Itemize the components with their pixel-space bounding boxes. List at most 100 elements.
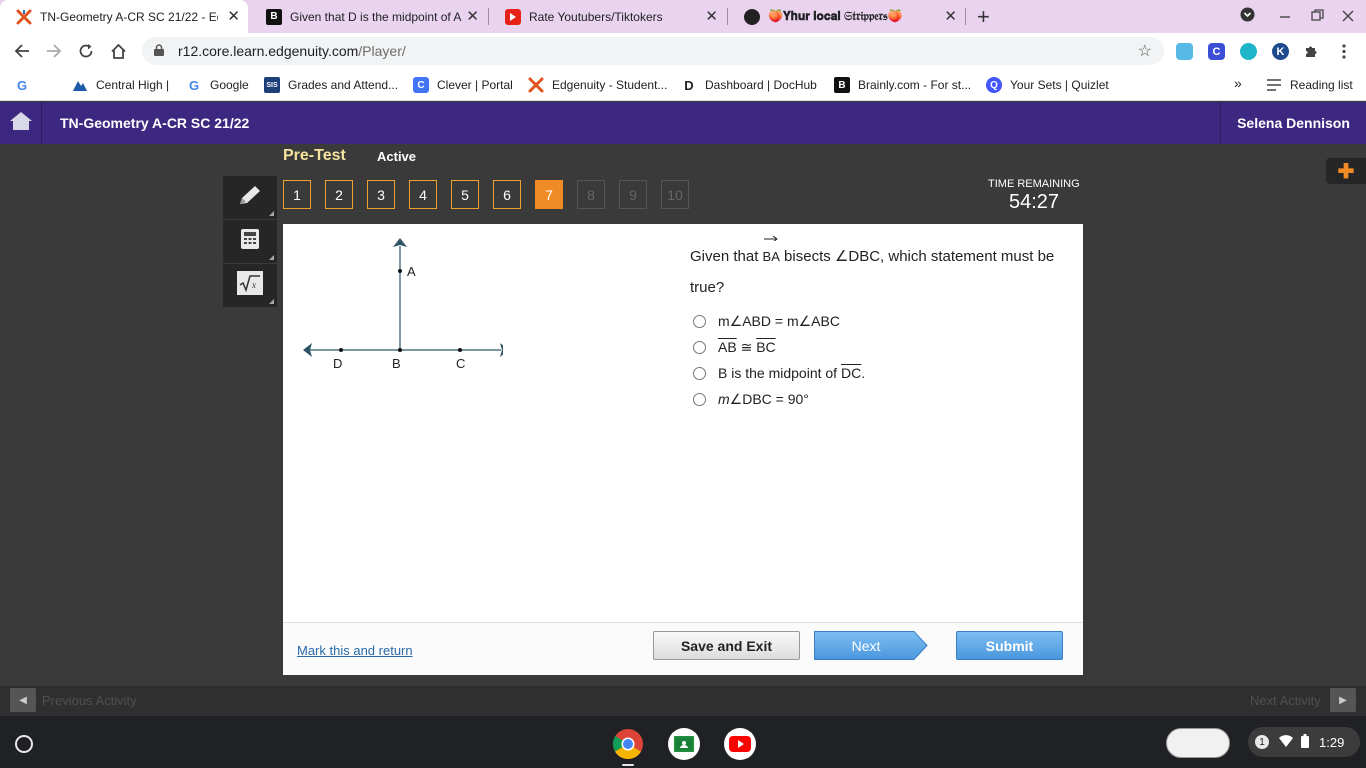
google-apps-icon[interactable]: G <box>14 77 38 93</box>
edgenuity-icon <box>528 77 544 93</box>
calculator-tool[interactable] <box>223 220 277 264</box>
bookmark-star-icon[interactable]: ☆ <box>1138 41 1152 61</box>
forward-icon[interactable] <box>42 39 66 63</box>
tab-title: Rate Youtubers/Tiktokers <box>529 9 663 24</box>
bookmarks-overflow-icon[interactable]: » <box>1234 75 1242 91</box>
tab-title: Given that D is the midpoint of AB <box>290 9 462 24</box>
main-area: Pre-Test Active x 1 2 3 4 5 6 7 8 9 10 TIME REMAI… <box>0 144 1366 686</box>
pencil-icon <box>237 184 263 211</box>
question-panel: A D B C Given that BA bisects ∠DBC, whic… <box>283 224 1083 675</box>
question-number-9: 9 <box>619 180 647 209</box>
bookmark-brainly[interactable]: B Brainly.com - For st... <box>834 77 971 93</box>
address-bar[interactable]: r12.core.learn.edgenuity.com/Player/ ☆ <box>142 37 1164 65</box>
bookmark-clever[interactable]: C Clever | Portal <box>413 77 513 93</box>
bookmark-dochub[interactable]: D Dashboard | DocHub <box>681 77 817 93</box>
chrome-icon[interactable] <box>612 728 644 760</box>
radio-button[interactable] <box>693 315 706 328</box>
expand-tools-button[interactable]: ✚ <box>1326 158 1366 184</box>
course-title: TN-Geometry A-CR SC 21/22 <box>60 115 250 131</box>
dochub-icon: D <box>684 77 694 93</box>
formula-tool[interactable]: x <box>223 264 277 308</box>
radio-button[interactable] <box>693 393 706 406</box>
menu-kebab-icon[interactable] <box>1335 43 1352 60</box>
tab-brainly[interactable]: B Given that D is the midpoint of AB ✕ <box>250 0 487 33</box>
submit-button[interactable]: Submit <box>956 631 1063 660</box>
extension-bookmark-icon[interactable] <box>1176 43 1193 60</box>
user-name[interactable]: Selena Dennison <box>1220 102 1366 144</box>
plus-icon: ✚ <box>1337 160 1355 183</box>
save-and-exit-button[interactable]: Save and Exit <box>653 631 800 660</box>
point-a <box>398 269 402 273</box>
chevron-left-icon: ◀ <box>19 694 27 706</box>
question-number-4[interactable]: 4 <box>409 180 437 209</box>
new-tab-icon[interactable]: + <box>977 4 990 30</box>
extension-vpn-icon[interactable] <box>1240 43 1257 60</box>
calculator-icon <box>240 228 260 255</box>
radio-button[interactable] <box>693 366 706 380</box>
tab-search-icon[interactable] <box>1240 7 1255 25</box>
minimize-icon[interactable] <box>1279 5 1291 24</box>
youtube-app-icon[interactable] <box>724 728 756 760</box>
answer-choice[interactable]: B is the midpoint of DC. <box>693 365 865 381</box>
tab-title: TN-Geometry A-CR SC 21/22 - Edgenuity <box>40 9 218 24</box>
tab-local[interactable]: 🍑𝐘𝐡𝐮𝐫 𝐥𝐨𝐜𝐚𝐥 𝔖𝔱𝔯𝔦𝔭𝔭𝔢𝔯𝔰🍑 ✕ <box>728 0 965 33</box>
close-tab-icon[interactable]: ✕ <box>705 9 718 24</box>
clever-icon: C <box>413 77 429 93</box>
activity-title: Pre-Test <box>283 147 346 164</box>
next-activity-button[interactable]: ▶ <box>1330 688 1356 712</box>
extensions-puzzle-icon[interactable] <box>1303 43 1320 60</box>
question-number-7[interactable]: 7 <box>535 180 563 209</box>
close-tab-icon[interactable]: ✕ <box>227 9 240 24</box>
arrowhead-up <box>393 238 407 247</box>
question-number-3[interactable]: 3 <box>367 180 395 209</box>
next-activity-label: Next Activity <box>1250 693 1321 708</box>
close-tab-icon[interactable]: ✕ <box>466 9 479 24</box>
pencil-tool[interactable] <box>223 176 277 220</box>
close-tab-icon[interactable]: ✕ <box>944 9 957 24</box>
brainly-icon: B <box>266 8 282 25</box>
previous-activity-button[interactable]: ◀ <box>10 688 36 712</box>
question-number-2[interactable]: 2 <box>325 180 353 209</box>
answer-text: m∠DBC = 90° <box>718 391 809 407</box>
reload-icon[interactable] <box>74 39 98 63</box>
stylus-tray-icon[interactable] <box>1166 728 1230 758</box>
label-d: D <box>333 356 342 371</box>
extension-c-icon[interactable]: C <box>1208 43 1225 60</box>
app-header: TN-Geometry A-CR SC 21/22 Selena Denniso… <box>0 102 1366 144</box>
bookmark-quizlet[interactable]: Q Your Sets | Quizlet <box>986 77 1109 93</box>
restore-icon[interactable] <box>1311 9 1324 25</box>
bookmark-central-high[interactable]: Central High | <box>72 77 169 93</box>
next-button[interactable]: Next <box>814 631 928 660</box>
tab-edgenuity[interactable]: TN-Geometry A-CR SC 21/22 - Edgenuity ✕ <box>0 0 248 33</box>
bookmark-grades[interactable]: SIS Grades and Attend... <box>264 77 398 93</box>
system-tray[interactable]: 1 1:29 <box>1248 727 1360 757</box>
home-button[interactable] <box>0 102 42 144</box>
extension-k-icon[interactable]: K <box>1272 43 1289 60</box>
answer-choice[interactable]: m∠DBC = 90° <box>693 391 809 408</box>
question-number-1[interactable]: 1 <box>283 180 311 209</box>
home-icon[interactable] <box>106 39 130 63</box>
bookmark-edgenuity[interactable]: Edgenuity - Student... <box>528 77 667 93</box>
close-window-icon[interactable] <box>1342 9 1354 25</box>
question-number-5[interactable]: 5 <box>451 180 479 209</box>
question-number-6[interactable]: 6 <box>493 180 521 209</box>
status-tray[interactable] <box>1166 728 1230 758</box>
url-path: /Player/ <box>358 43 406 59</box>
answer-choice[interactable]: m∠ABD = m∠ABC <box>693 313 840 330</box>
bookmark-google[interactable]: G Google <box>186 77 249 93</box>
launcher-icon[interactable] <box>15 735 33 753</box>
answer-choice[interactable]: AB ≅ BC <box>693 339 776 356</box>
previous-activity-label: Previous Activity <box>42 693 137 708</box>
mark-and-return-link[interactable]: Mark this and return <box>297 643 413 658</box>
wifi-icon <box>1279 734 1293 750</box>
time-remaining-label: TIME REMAINING <box>988 178 1080 190</box>
tab-separator <box>965 8 966 25</box>
radio-button[interactable] <box>693 341 706 354</box>
quizlet-icon: Q <box>986 77 1002 93</box>
back-icon[interactable] <box>10 39 34 63</box>
tab-youtube[interactable]: Rate Youtubers/Tiktokers ✕ <box>489 0 726 33</box>
browser-tab-strip: TN-Geometry A-CR SC 21/22 - Edgenuity ✕ … <box>0 0 1366 33</box>
classroom-icon[interactable] <box>668 728 700 760</box>
reading-list-button[interactable]: Reading list <box>1266 77 1353 93</box>
clock: 1:29 <box>1319 734 1345 750</box>
